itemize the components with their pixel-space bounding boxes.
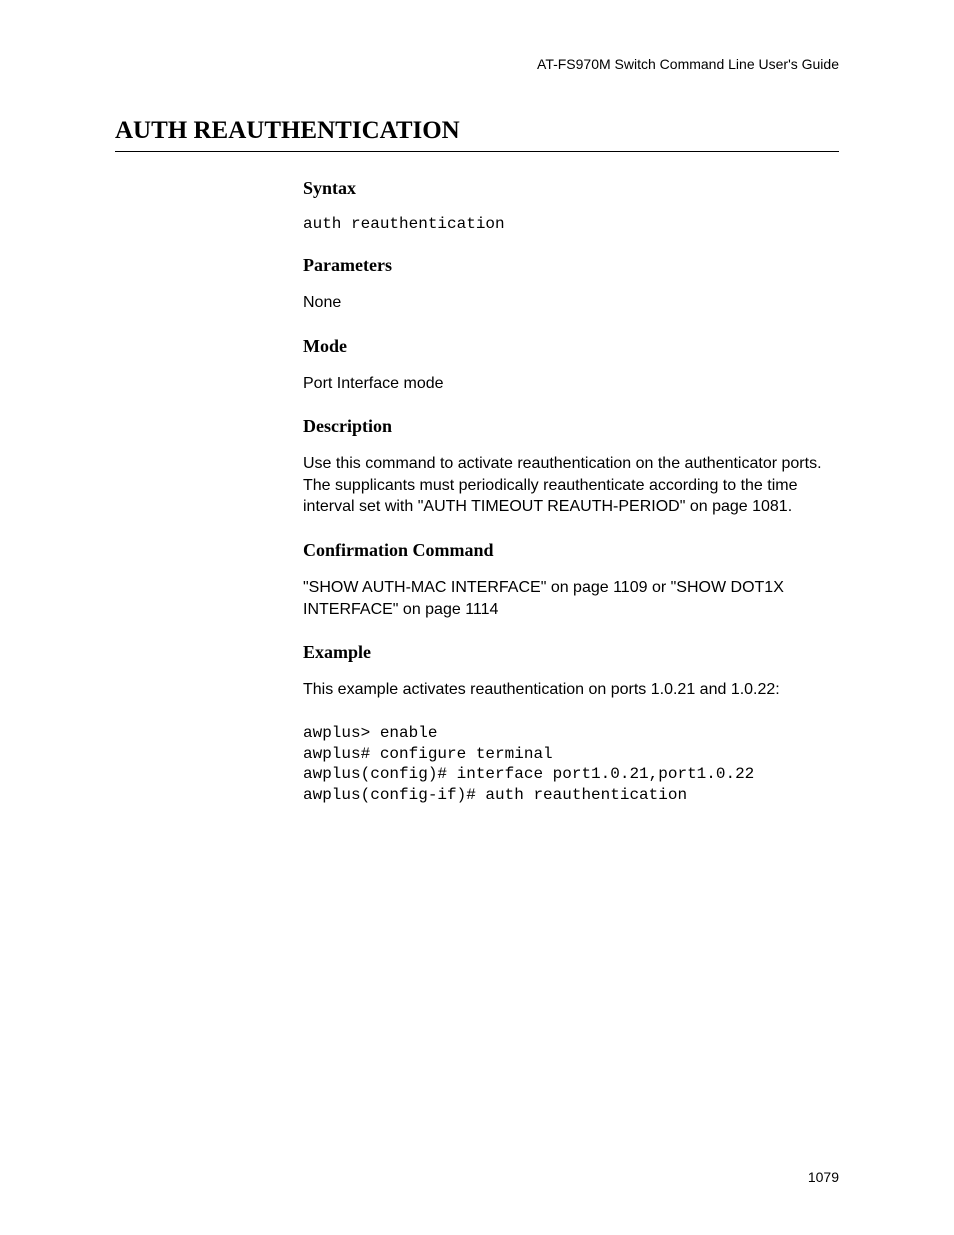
parameters-content: None xyxy=(303,292,839,314)
confirmation-content: "SHOW AUTH-MAC INTERFACE" on page 1109 o… xyxy=(303,577,839,620)
example-intro: This example activates reauthentication … xyxy=(303,679,839,701)
syntax-heading: Syntax xyxy=(303,178,839,199)
example-heading: Example xyxy=(303,642,839,663)
description-content: Use this command to activate reauthentic… xyxy=(303,453,839,518)
header-guide-title: AT-FS970M Switch Command Line User's Gui… xyxy=(537,56,839,72)
description-heading: Description xyxy=(303,416,839,437)
example-code: awplus> enable awplus# configure termina… xyxy=(303,723,839,806)
syntax-content: auth reauthentication xyxy=(303,215,839,233)
confirmation-heading: Confirmation Command xyxy=(303,540,839,561)
mode-content: Port Interface mode xyxy=(303,373,839,395)
page-number: 1079 xyxy=(808,1169,839,1185)
content-area: Syntax auth reauthentication Parameters … xyxy=(303,178,839,806)
mode-heading: Mode xyxy=(303,336,839,357)
page-title: AUTH REAUTHENTICATION xyxy=(115,117,839,152)
parameters-heading: Parameters xyxy=(303,255,839,276)
